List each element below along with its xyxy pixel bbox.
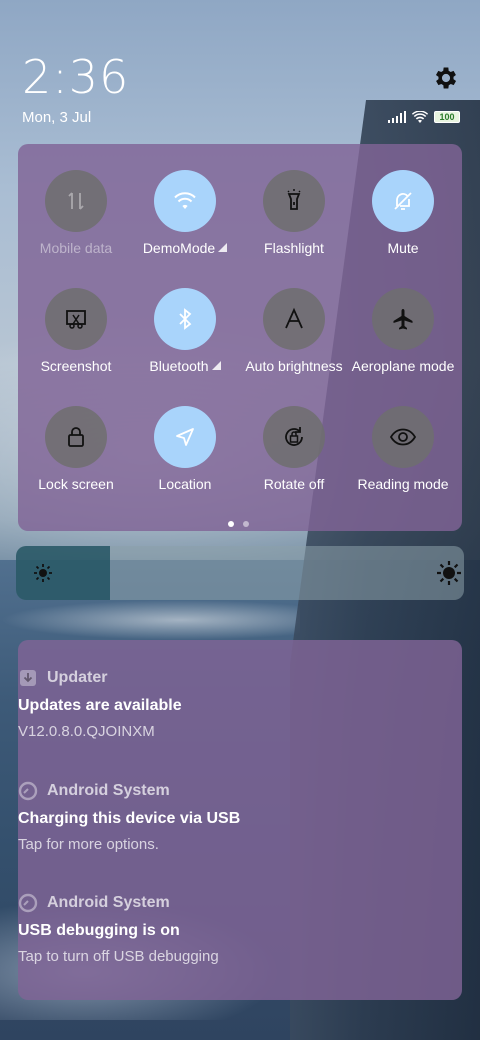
android-system-icon	[18, 893, 38, 913]
bell-off-icon	[372, 170, 434, 232]
clock[interactable]: 2:36	[22, 50, 129, 104]
tile-screenshot[interactable]: Screenshot	[16, 262, 136, 374]
brightness-low-icon	[34, 564, 52, 582]
notification-app-name: Updater	[47, 669, 108, 686]
tile-label: Reading mode	[357, 476, 449, 492]
brightness-slider[interactable]	[16, 546, 464, 600]
notification-usb-debugging[interactable]: Android System USB debugging is on Tap t…	[18, 891, 428, 965]
expand-arrow-icon[interactable]	[211, 361, 221, 370]
signal-icon	[388, 111, 406, 123]
page-dot	[243, 521, 249, 527]
tile-reading-mode[interactable]: Reading mode	[343, 380, 463, 492]
tile-mute[interactable]: Mute	[343, 144, 463, 256]
lock-icon	[45, 406, 107, 468]
screenshot-icon	[45, 288, 107, 350]
android-system-icon	[18, 781, 38, 801]
mobile-data-icon	[45, 170, 107, 232]
page-indicator	[228, 521, 249, 527]
notification-text: Tap for more options.	[18, 836, 159, 853]
notification-title: USB debugging is on	[18, 922, 180, 939]
notification-title: Updates are available	[18, 697, 182, 714]
tile-label: DemoMode	[142, 240, 216, 256]
eye-icon	[372, 406, 434, 468]
airplane-icon	[372, 288, 434, 350]
tile-flashlight[interactable]: Flashlight	[234, 144, 354, 256]
tile-bluetooth[interactable]: Bluetooth	[125, 262, 245, 374]
auto-brightness-icon	[263, 288, 325, 350]
notification-updater[interactable]: Updater Updates are available V12.0.8.0.…	[18, 666, 428, 740]
tile-aeroplane-mode[interactable]: Aeroplane mode	[343, 262, 463, 374]
notification-app-name: Android System	[47, 782, 170, 799]
tile-label: Mute	[387, 240, 419, 256]
settings-gear-icon[interactable]	[432, 64, 460, 92]
updater-icon	[18, 668, 38, 688]
date[interactable]: Mon, 3 Jul	[22, 109, 91, 126]
brightness-high-icon	[437, 561, 461, 585]
tile-demomode[interactable]: DemoMode	[125, 144, 245, 256]
brightness-fill	[16, 546, 111, 600]
tile-lock-screen[interactable]: Lock screen	[16, 380, 136, 492]
tile-auto-brightness[interactable]: Auto brightness	[234, 262, 354, 374]
location-arrow-icon	[154, 406, 216, 468]
status-bar-icons: 100	[388, 109, 460, 125]
battery-icon: 100	[434, 111, 460, 123]
wifi-icon	[154, 170, 216, 232]
notification-text: V12.0.8.0.QJOINXM	[18, 723, 155, 740]
tile-location[interactable]: Location	[125, 380, 245, 492]
notification-usb-charging[interactable]: Android System Charging this device via …	[18, 779, 428, 853]
notification-app-name: Android System	[47, 894, 170, 911]
tile-rotate-off[interactable]: Rotate off	[234, 380, 354, 492]
page-dot-active	[228, 521, 234, 527]
bluetooth-icon	[154, 288, 216, 350]
tile-label: Bluetooth	[149, 358, 209, 374]
rotate-lock-icon	[263, 406, 325, 468]
notification-text: Tap to turn off USB debugging	[18, 948, 219, 965]
tile-label: Aeroplane mode	[351, 358, 455, 374]
tile-mobile-data[interactable]: Mobile data	[16, 144, 136, 256]
notification-title: Charging this device via USB	[18, 810, 241, 827]
wifi-status-icon	[412, 110, 428, 123]
flashlight-icon	[263, 170, 325, 232]
